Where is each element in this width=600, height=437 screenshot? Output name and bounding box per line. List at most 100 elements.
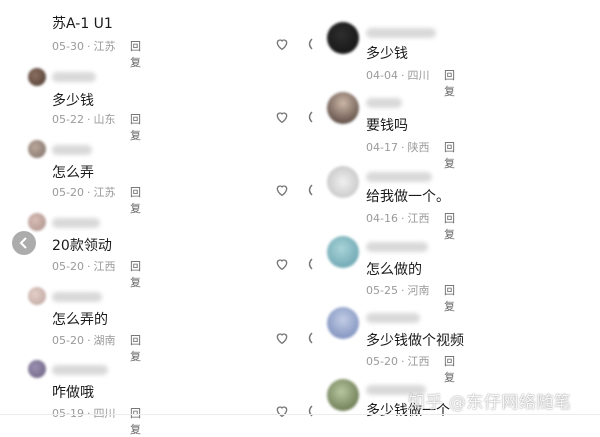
comment-text: 苏A-1 U1 bbox=[52, 16, 113, 32]
reply-button[interactable]: 回复 bbox=[444, 210, 455, 242]
comment-date: 04-16 bbox=[366, 212, 398, 225]
comment-meta: 05-20 · 湖南 bbox=[52, 332, 115, 348]
avatar[interactable] bbox=[28, 287, 46, 305]
username-blurred bbox=[52, 145, 92, 155]
meta-separator: · bbox=[400, 141, 405, 154]
comment-location: 四川 bbox=[407, 69, 430, 82]
prev-button[interactable] bbox=[12, 231, 36, 255]
avatar[interactable] bbox=[28, 140, 46, 158]
comment-date: 05-20 bbox=[366, 355, 398, 368]
reply-button[interactable]: 回复 bbox=[130, 111, 141, 143]
reply-button[interactable]: 回复 bbox=[130, 332, 141, 364]
comment-text: 给我做一个。 bbox=[366, 189, 450, 205]
meta-separator: · bbox=[86, 260, 91, 273]
reply-button[interactable]: 回复 bbox=[444, 282, 455, 314]
username-blurred bbox=[52, 218, 100, 228]
heart-icon[interactable] bbox=[274, 403, 290, 419]
reply-button[interactable]: 回复 bbox=[130, 184, 141, 216]
comment-meta: 05-25 · 河南 bbox=[366, 282, 429, 298]
avatar[interactable] bbox=[28, 213, 46, 231]
comment-text: 多少钱 bbox=[52, 93, 94, 109]
username-blurred bbox=[366, 172, 432, 182]
comment-location: 湖南 bbox=[93, 334, 116, 347]
comment-text: 20款领动 bbox=[52, 238, 112, 254]
reply-button[interactable]: 回复 bbox=[444, 139, 455, 171]
meta-separator: · bbox=[400, 284, 405, 297]
comment-location: 河南 bbox=[407, 284, 430, 297]
meta-separator: · bbox=[86, 113, 91, 126]
comment-location: 江苏 bbox=[93, 40, 116, 53]
comment-location: 江西 bbox=[93, 260, 116, 273]
comment-text: 要钱吗 bbox=[366, 118, 408, 134]
more-icon[interactable] bbox=[306, 184, 314, 196]
reply-button[interactable]: 回复 bbox=[130, 38, 141, 70]
username-blurred bbox=[366, 242, 428, 252]
more-icon[interactable] bbox=[306, 38, 314, 50]
reply-button[interactable]: 回复 bbox=[444, 353, 455, 385]
reply-button[interactable]: 回复 bbox=[444, 67, 455, 99]
username-blurred bbox=[366, 28, 436, 38]
avatar[interactable] bbox=[327, 92, 359, 124]
comment-meta: 05-20 · 江西 bbox=[366, 353, 429, 369]
username-blurred bbox=[52, 292, 102, 302]
heart-icon[interactable] bbox=[274, 256, 290, 272]
username-blurred bbox=[366, 98, 402, 108]
watermark: 知乎 @东仔网络随笔 bbox=[408, 393, 572, 413]
comment-meta: 05-20 · 江西 bbox=[52, 258, 115, 274]
comment-text: 多少钱做个视频 bbox=[366, 333, 464, 349]
comment-date: 05-20 bbox=[52, 334, 84, 347]
avatar[interactable] bbox=[327, 379, 359, 411]
comment-date: 05-25 bbox=[366, 284, 398, 297]
meta-separator: · bbox=[86, 334, 91, 347]
more-icon[interactable] bbox=[306, 405, 314, 417]
comment-location: 江西 bbox=[407, 212, 430, 225]
reply-button[interactable]: 回复 bbox=[130, 405, 141, 437]
avatar[interactable] bbox=[327, 22, 359, 54]
comment-meta: 05-30 · 江苏 bbox=[52, 38, 115, 54]
comment-meta: 04-04 · 四川 bbox=[366, 67, 429, 83]
comment-date: 04-04 bbox=[366, 69, 398, 82]
avatar[interactable] bbox=[28, 360, 46, 378]
comment-meta: 05-19·四川 bbox=[52, 405, 115, 421]
comment-meta: 04-17 · 陕西 bbox=[366, 139, 429, 155]
comment-date: 04-17 bbox=[366, 141, 398, 154]
comment-meta: 05-20 · 江苏 bbox=[52, 184, 115, 200]
comment-date: 05-20 bbox=[52, 186, 84, 199]
comment-text: 多少钱 bbox=[366, 46, 408, 62]
more-icon[interactable] bbox=[306, 332, 314, 344]
comment-meta: 04-16 · 江西 bbox=[366, 210, 429, 226]
heart-icon[interactable] bbox=[274, 330, 290, 346]
more-icon[interactable] bbox=[306, 111, 314, 123]
comment-date: 05-22 bbox=[52, 113, 84, 126]
username-blurred bbox=[52, 365, 108, 375]
comment-meta: 05-22 · 山东 bbox=[52, 111, 115, 127]
chevron-left-icon bbox=[19, 237, 27, 249]
username-blurred bbox=[52, 72, 96, 82]
meta-separator: · bbox=[400, 355, 405, 368]
comment-text: 怎么弄 bbox=[52, 165, 94, 181]
divider bbox=[0, 414, 600, 415]
reply-button[interactable]: 回复 bbox=[130, 258, 141, 290]
avatar[interactable] bbox=[327, 166, 359, 198]
meta-separator: · bbox=[86, 40, 91, 53]
meta-separator: · bbox=[86, 186, 91, 199]
comment-text: 怎么弄的 bbox=[52, 312, 108, 328]
comment-text: 怎么做的 bbox=[366, 262, 422, 278]
avatar[interactable] bbox=[28, 68, 46, 86]
username-blurred bbox=[366, 313, 420, 323]
comment-date: 05-30 bbox=[52, 40, 84, 53]
meta-separator: · bbox=[400, 69, 405, 82]
comment-location: 山东 bbox=[93, 113, 116, 126]
meta-separator: · bbox=[400, 212, 405, 225]
avatar[interactable] bbox=[327, 307, 359, 339]
comment-location: 江西 bbox=[407, 355, 430, 368]
more-icon[interactable] bbox=[306, 258, 314, 270]
avatar[interactable] bbox=[327, 236, 359, 268]
comment-location: 江苏 bbox=[93, 186, 116, 199]
heart-icon[interactable] bbox=[274, 182, 290, 198]
heart-icon[interactable] bbox=[274, 109, 290, 125]
comment-date: 05-20 bbox=[52, 260, 84, 273]
comment-location: 陕西 bbox=[407, 141, 430, 154]
heart-icon[interactable] bbox=[274, 36, 290, 52]
comment-text: 咋做哦 bbox=[52, 385, 94, 401]
